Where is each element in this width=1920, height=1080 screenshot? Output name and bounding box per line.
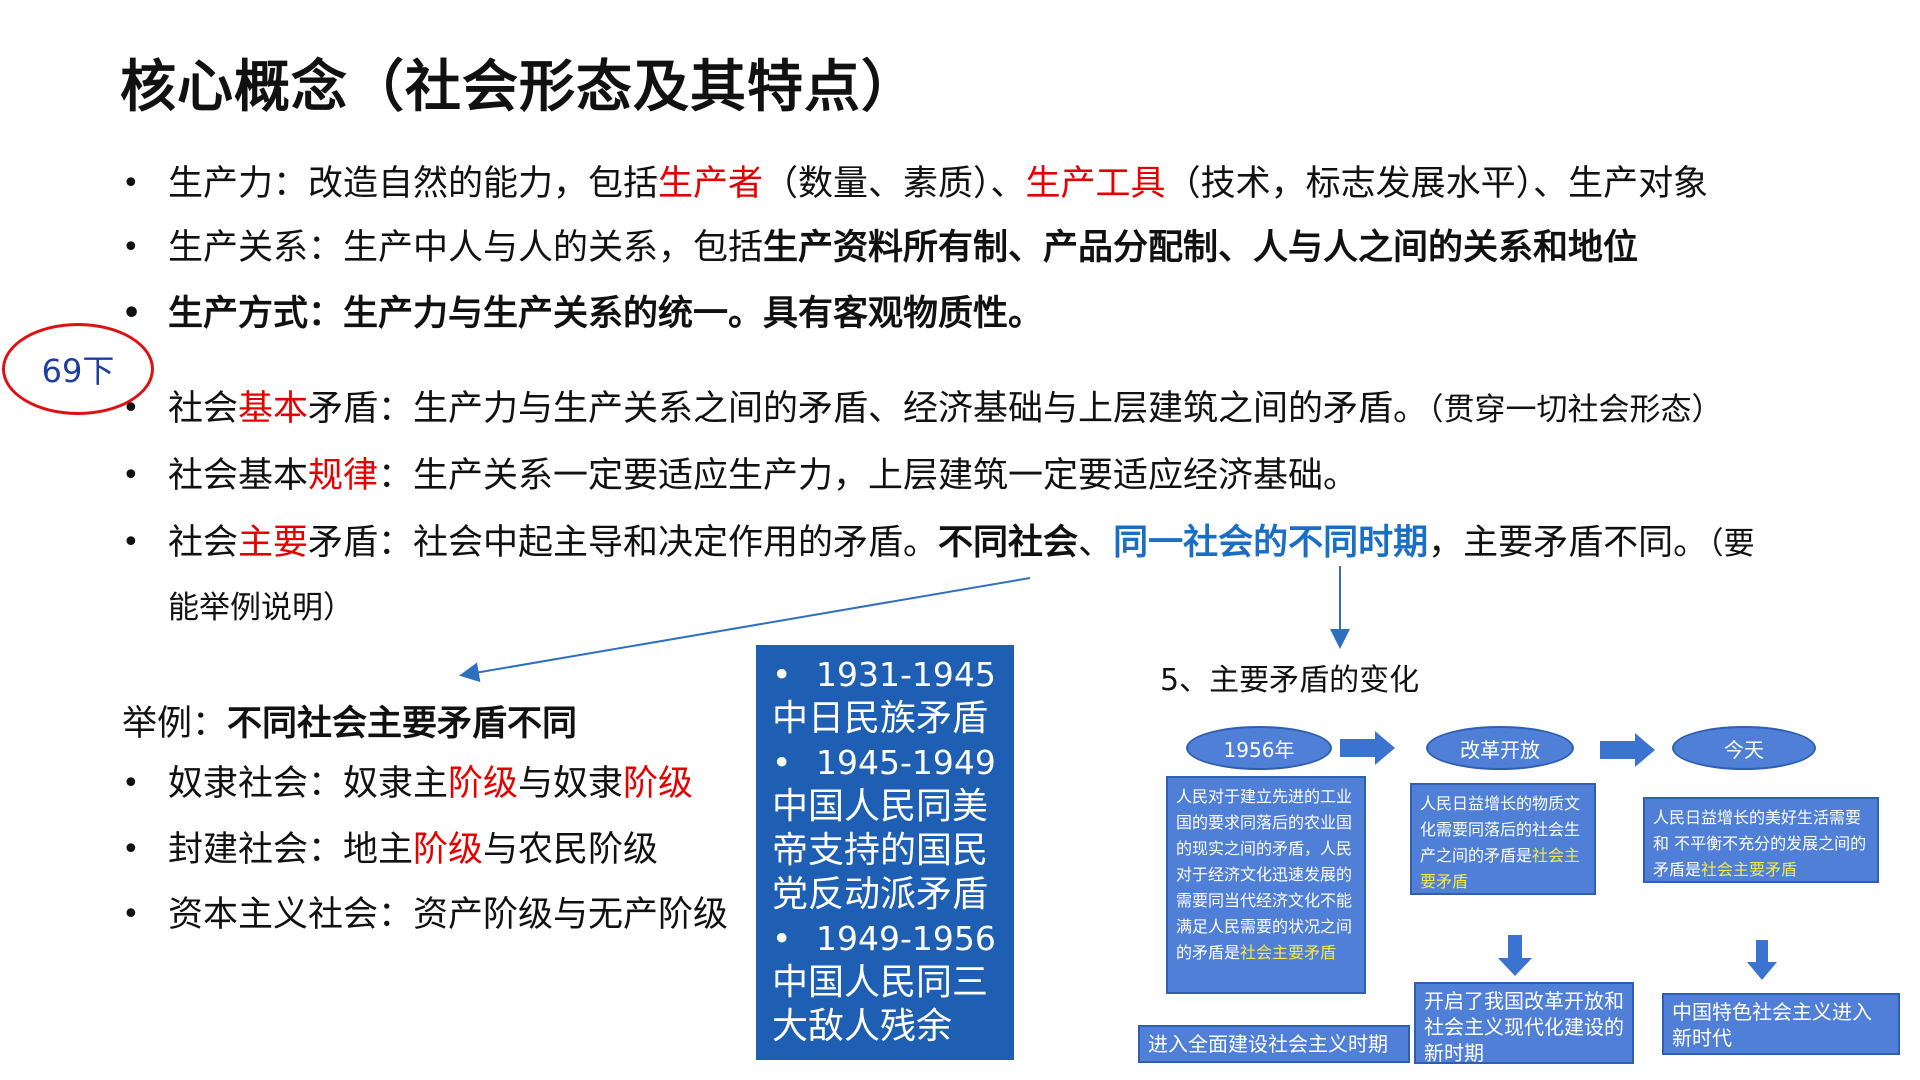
flow-oval-1956: 1956年 [1186,726,1332,770]
highlight-red: 阶级 [413,830,484,870]
text: 社会 [168,389,239,429]
example-feudal-society: 封建社会：地主阶级与农民阶级 [122,826,659,874]
text: 资本主义社会：资产阶级与无产阶级 [168,895,729,935]
timeline-year: 1945-1949 [772,741,1004,785]
flow-arrow-down-3 [1747,940,1777,980]
flow-oval-today: 今天 [1672,726,1816,770]
example-capitalist-society: 资本主义社会：资产阶级与无产阶级 [122,891,729,939]
bullet-basic-contradiction: 社会基本矛盾：生产力与生产关系之间的矛盾、经济基础与上层建筑之间的矛盾。（贯穿一… [122,385,1723,434]
highlight-bold: 生产资料所有制、产品分配制、人与人之间的关系和地位 [763,228,1639,268]
page-title: 核心概念（社会形态及其特点） [120,55,918,120]
text: 生产方式：生产力与生产关系的统一。具有客观物质性。 [168,294,1044,334]
text: 社会 [168,523,239,563]
timeline-text: 中日民族矛盾 [772,698,989,739]
timeline-text: 中国人民同三大敌人残余 [772,962,989,1047]
text: 举例： [122,704,228,744]
text: 封建社会：地主 [168,830,414,870]
flow-result-today: 中国特色社会主义进入新时代 [1662,993,1900,1055]
flow-result-reform: 开启了我国改革开放和社会主义现代化建设的新时期 [1414,982,1634,1065]
text: （数量、素质）、 [763,164,1026,204]
text: 与奴隶 [518,764,624,804]
timeline-text: 中国人民同美帝支持的国民党反动派矛盾 [772,786,989,915]
example-slave-society: 奴隶社会：奴隶主阶级与奴隶阶级 [122,760,694,808]
bullet-relations: 生产关系：生产中人与人的关系，包括生产资料所有制、产品分配制、人与人之间的关系和… [122,224,1639,272]
timeline-year: 1931-1945 [772,653,1004,697]
highlight-red: 生产者 [658,164,764,204]
highlight-red: 阶级 [448,764,519,804]
text: 社会基本 [168,456,309,496]
highlight-red: 规律 [308,456,379,496]
note: （贯穿一切社会形态） [1428,392,1723,428]
text: 奴隶社会：奴隶主 [168,764,449,804]
flow-arrow-right-1 [1340,731,1395,765]
text: ，主要矛盾不同。 [1428,523,1709,563]
text: 生产力：改造自然的能力，包括 [168,164,659,204]
flow-result-1956: 进入全面建设社会主义时期 [1138,1025,1410,1063]
bullet-mode-of-production: 生产方式：生产力与生产关系的统一。具有客观物质性。 [122,290,1044,338]
flow-box-reform: 人民日益增长的物质文化需要同落后的社会生产之间的矛盾是社会主要矛盾 [1410,783,1596,895]
highlight-red: 阶级 [623,764,694,804]
highlight-red: 生产工具 [1025,164,1166,204]
text: 人民对于建立先进的工业国的要求同落后的农业国的现实之间的矛盾，人民对于经济文化迅… [1176,787,1353,962]
flow-arrow-down-2 [1498,935,1532,976]
text: ：生产关系一定要适应生产力，上层建筑一定要适应经济基础。 [378,456,1359,496]
flow-oval-reform: 改革开放 [1426,726,1574,770]
highlight-bold: 不同社会主要矛盾不同 [227,704,578,744]
examples-heading: 举例：不同社会主要矛盾不同 [122,695,577,746]
text: 矛盾：生产力与生产关系之间的矛盾、经济基础与上层建筑之间的矛盾。 [308,389,1429,429]
text: 、 [1078,523,1114,563]
highlight-red: 主要 [238,523,309,563]
text: 矛盾：社会中起主导和决定作用的矛盾。 [308,523,939,563]
highlight-bold: 不同社会 [938,523,1079,563]
flow-title: 5、主要矛盾的变化 [1160,663,1420,698]
highlight-yellow: 社会主要矛盾 [1701,860,1798,879]
flow-box-1956: 人民对于建立先进的工业国的要求同落后的农业国的现实之间的矛盾，人民对于经济文化迅… [1166,776,1366,994]
flow-arrow-right-2 [1600,733,1655,767]
highlight-yellow: 社会主要矛盾 [1240,943,1337,962]
timeline-year: 1949-1956 [772,917,1004,961]
highlight-blue: 同一社会的不同时期 [1113,523,1429,563]
note: （要 [1708,526,1755,562]
text: 生产关系：生产中人与人的关系，包括 [168,228,764,268]
text: 与农民阶级 [483,830,659,870]
bullet-basic-law: 社会基本规律：生产关系一定要适应生产力，上层建筑一定要适应经济基础。 [122,452,1359,500]
bullet-productivity: 生产力：改造自然的能力，包括生产者（数量、素质）、生产工具（技术，标志发展水平）… [122,160,1709,208]
bullet-main-contradiction: 社会主要矛盾：社会中起主导和决定作用的矛盾。不同社会、同一社会的不同时期，主要矛… [122,519,1755,568]
timeline-panel: 1931-1945 中日民族矛盾 1945-1949 中国人民同美帝支持的国民党… [756,645,1014,1060]
text: （技术，标志发展水平）、生产对象 [1165,164,1709,204]
bullet-main-contradiction-continued: 能举例说明） [168,590,354,626]
flow-box-today: 人民日益增长的美好生活需要 和 不平衡不充分的发展之间的矛盾是社会主要矛盾 [1643,797,1879,883]
highlight-red: 基本 [238,389,309,429]
